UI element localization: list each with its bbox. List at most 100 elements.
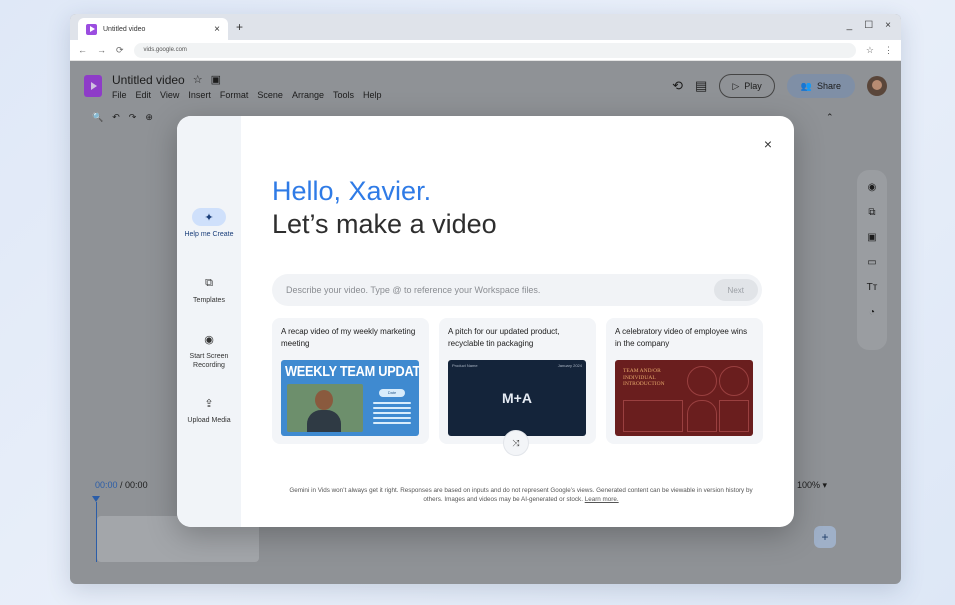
prompt-placeholder: Describe your video. Type @ to reference…	[286, 285, 541, 295]
chevron-up-icon[interactable]: ⌃	[826, 112, 834, 123]
close-icon[interactable]: ×	[764, 136, 772, 152]
card-thumbnail: WEEKLY TEAM UPDATES Date	[281, 360, 419, 436]
browser-tab[interactable]: Untitled video ×	[78, 18, 228, 40]
thumbnail-text-lines	[373, 402, 411, 427]
page-title: Let’s make a video	[272, 209, 497, 239]
share-button[interactable]: 👥 Share	[786, 74, 855, 98]
suggestion-card-celebration[interactable]: A celebratory video of employee wins in …	[606, 318, 763, 444]
current-time: 00:00	[95, 480, 118, 490]
menu-view[interactable]: View	[160, 90, 179, 100]
redo-icon[interactable]: ↷	[129, 112, 137, 123]
record-icon: ◉	[204, 333, 214, 346]
suggestion-card-pitch[interactable]: A pitch for our updated product, recycla…	[439, 318, 596, 444]
thumbnail-product-name: Product Name	[452, 363, 478, 368]
person-photo	[287, 384, 363, 432]
add-scene-button[interactable]: +	[814, 526, 836, 548]
tab-close-icon[interactable]: ×	[214, 24, 220, 35]
avatar[interactable]	[867, 76, 887, 96]
card-thumbnail: Product Name January 2024 M+A	[448, 360, 586, 436]
share-label: Share	[816, 81, 841, 91]
vids-favicon-icon	[86, 23, 97, 35]
reload-icon[interactable]: ⟳	[116, 45, 124, 56]
bookmark-star-icon[interactable]: ☆	[866, 45, 874, 56]
templates-side-icon[interactable]: ⧉	[868, 207, 875, 218]
describe-video-input[interactable]: Describe your video. Type @ to reference…	[272, 274, 762, 306]
menu-arrange[interactable]: Arrange	[292, 90, 324, 100]
rail-item-upload-media[interactable]: ⇪ Upload Media	[177, 394, 241, 425]
close-window-button[interactable]: ×	[885, 20, 891, 31]
plus-icon: +	[821, 530, 829, 544]
menu-tools[interactable]: Tools	[333, 90, 354, 100]
maximize-button[interactable]: ☐	[864, 20, 873, 31]
header-actions: ⟲ ▤ ▷ Play 👥 Share	[672, 74, 887, 98]
play-label: Play	[744, 81, 762, 91]
media-side-icon[interactable]: ▣	[867, 232, 876, 243]
menu-edit[interactable]: Edit	[136, 90, 152, 100]
folder-icon[interactable]: ▭	[867, 257, 876, 268]
menu-help[interactable]: Help	[363, 90, 382, 100]
zoom-value: 100%	[797, 480, 821, 490]
browser-menu-icon[interactable]: ⋮	[884, 45, 893, 56]
greeting-heading: Hello, Xavier.	[272, 176, 432, 206]
thumbnail-chip: Date	[379, 389, 405, 397]
disclaimer-text: Gemini in Vids won’t always get it right…	[281, 487, 761, 505]
rail-item-templates[interactable]: ⧉ Templates	[177, 274, 241, 305]
suggestion-card-recap[interactable]: A recap video of my weekly marketing mee…	[272, 318, 429, 444]
menu-bar: File Edit View Insert Format Scene Arran…	[112, 90, 382, 100]
decor-circle	[719, 366, 749, 396]
doc-title[interactable]: Untitled video	[112, 73, 185, 87]
rail-item-start-screen-recording[interactable]: ◉ Start Screen Recording	[177, 330, 241, 370]
new-tab-button[interactable]: +	[236, 20, 243, 34]
menu-file[interactable]: File	[112, 90, 127, 100]
dialog-nav-rail: ✦ Help me Create ⧉ Templates ◉ Start Scr…	[177, 116, 241, 527]
zoom-dropdown[interactable]: 100% ▾	[797, 480, 827, 491]
comments-icon[interactable]: ▤	[695, 78, 707, 94]
url-bar: ← → ⟳ vids.google.com ☆ ⋮	[70, 40, 901, 61]
text-icon[interactable]: Tт	[867, 282, 878, 293]
vids-logo-icon[interactable]	[84, 75, 102, 97]
record-side-icon[interactable]: ◉	[868, 182, 877, 193]
right-side-panel: ◉ ⧉ ▣ ▭ Tт ◔	[857, 170, 887, 350]
rail-label: Templates	[193, 297, 225, 304]
back-icon[interactable]: ←	[78, 45, 87, 55]
window-controls: _ ☐ ×	[847, 20, 891, 31]
star-icon[interactable]: ☆	[193, 73, 203, 86]
menu-insert[interactable]: Insert	[188, 90, 211, 100]
undo-icon[interactable]: ↶	[112, 112, 120, 123]
minimize-button[interactable]: _	[847, 20, 853, 31]
shuffle-icon: ⤨	[512, 437, 520, 448]
shapes-icon[interactable]: ◔	[869, 307, 875, 318]
create-video-dialog: ✦ Help me Create ⧉ Templates ◉ Start Scr…	[177, 116, 794, 527]
decor-circle	[687, 366, 717, 396]
card-thumbnail: TEAM AND/OR INDIVIDUAL INTRODUCTION	[615, 360, 753, 436]
learn-more-link[interactable]: Learn more.	[585, 496, 619, 503]
forward-icon[interactable]: →	[97, 45, 106, 55]
total-time: / 00:00	[120, 480, 148, 490]
search-icon[interactable]: 🔍	[92, 112, 103, 123]
card-title: A pitch for our updated product, recycla…	[448, 327, 560, 348]
upload-icon: ⇪	[204, 397, 214, 410]
decor-rect	[623, 400, 683, 432]
people-icon: 👥	[800, 80, 812, 91]
url-bar-actions: ☆ ⋮	[866, 45, 893, 56]
sparkle-icon: ✦	[192, 208, 226, 226]
shuffle-button[interactable]: ⤨	[503, 430, 529, 456]
thumbnail-title: WEEKLY TEAM UPDATES	[285, 363, 419, 380]
address-input[interactable]: vids.google.com	[133, 42, 856, 58]
zoom-icon[interactable]: ⊕	[145, 112, 153, 123]
next-button[interactable]: Next	[713, 279, 758, 301]
move-folder-icon[interactable]: ▣	[211, 73, 221, 86]
decor-rect	[719, 400, 749, 432]
thumbnail-logo: M+A	[502, 390, 532, 406]
tab-strip: Untitled video × + _ ☐ ×	[70, 14, 901, 40]
menu-format[interactable]: Format	[220, 90, 249, 100]
app-header: Untitled video ☆ ▣ File Edit View Insert…	[70, 61, 901, 111]
disclaimer-body: Gemini in Vids won’t always get it right…	[289, 487, 753, 503]
menu-scene[interactable]: Scene	[257, 90, 283, 100]
title-block: Untitled video ☆ ▣ File Edit View Insert…	[112, 73, 382, 100]
rail-label: Start Screen Recording	[189, 353, 229, 370]
play-button[interactable]: ▷ Play	[719, 74, 775, 98]
rail-item-help-me-create[interactable]: ✦ Help me Create	[177, 208, 241, 239]
history-icon[interactable]: ⟲	[672, 78, 683, 94]
thumbnail-title: TEAM AND/OR INDIVIDUAL INTRODUCTION	[623, 368, 665, 388]
